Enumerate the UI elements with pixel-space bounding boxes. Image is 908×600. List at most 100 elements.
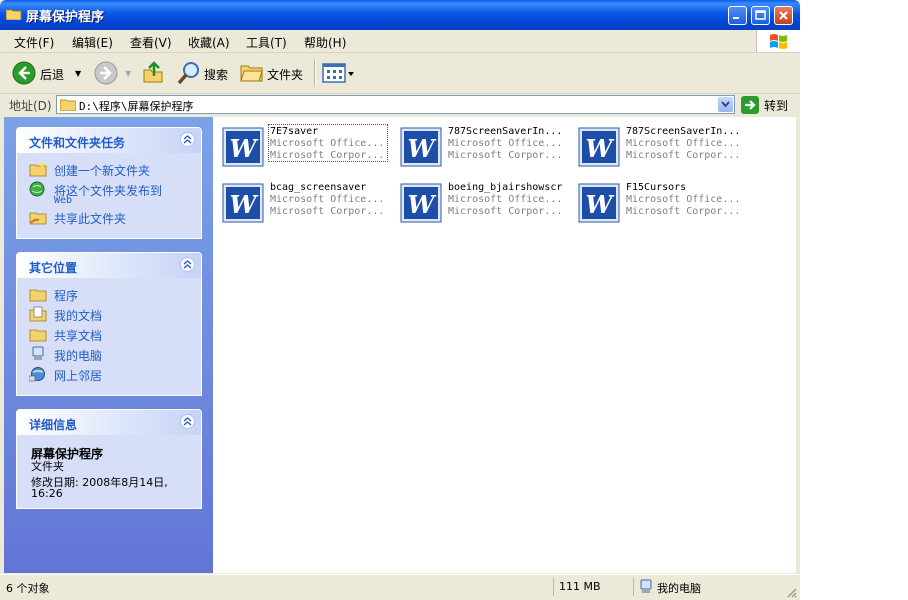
file-type: Microsoft Office... [270,194,385,205]
windows-logo [756,30,800,52]
folder-icon [29,289,47,302]
forward-arrow-icon[interactable] [94,61,118,85]
file-name[interactable]: 7E7saver [270,126,318,137]
toolbar-separator [314,59,316,87]
back-button-label[interactable]: 后退 [40,66,64,83]
task-link-sublabel[interactable]: Web [54,195,72,206]
close-button[interactable] [774,6,793,25]
up-folder-icon[interactable] [142,60,164,84]
address-label: 地址(D) [9,99,52,113]
folders-button-label[interactable]: 文件夹 [267,66,303,83]
file-company: Microsoft Corpor... [626,206,741,217]
panel-title[interactable]: 文件和文件夹任务 [29,134,125,151]
file-type: Microsoft Office... [270,138,385,149]
my-computer-icon [640,579,652,593]
file-folder-tasks-panel: 文件和文件夹任务 创建一个新文件夹 将这个文件夹发布到 Web 共享此文件夹 [16,127,202,239]
word-document-icon: W [400,127,442,167]
file-name[interactable]: 787ScreenSaverIn... [626,126,740,137]
collapse-button[interactable] [180,414,195,429]
panel-header[interactable]: 文件和文件夹任务 [17,128,201,153]
panel-header[interactable]: 详细信息 [17,410,201,435]
file-company: Microsoft Corpor... [270,206,385,217]
folders-icon[interactable] [240,62,264,82]
place-link-label[interactable]: 我的电脑 [54,347,102,364]
minimize-button[interactable] [728,6,747,25]
address-path[interactable]: D:\程序\屏幕保护程序 [79,98,194,114]
toolbar: 后退 ▼ ▼ 搜索 文件夹 [0,53,800,94]
file-type: Microsoft Office... [448,138,563,149]
file-type: Microsoft Office... [448,194,563,205]
chevron-down-icon [721,101,730,108]
word-document-icon: W [222,127,264,167]
menu-bar: 文件(F) 编辑(E) 查看(V) 收藏(A) 工具(T) 帮助(H) [0,30,800,53]
file-item[interactable]: W 787ScreenSaverIn... Microsoft Office..… [578,126,756,171]
file-item[interactable]: W bcag_screensaver Microsoft Office... M… [222,182,400,227]
menu-help[interactable]: 帮助(H) [304,34,346,51]
details-modified-time: 16:26 [31,487,63,500]
search-icon[interactable] [176,60,202,86]
resize-grip-icon[interactable] [785,586,797,598]
menu-file[interactable]: 文件(F) [14,34,54,51]
file-item[interactable]: W boeing_bjairshowscr Microsoft Office..… [400,182,578,227]
menu-edit[interactable]: 编辑(E) [72,34,113,51]
file-company: Microsoft Corpor... [626,150,741,161]
file-name[interactable]: boeing_bjairshowscr [448,182,562,193]
back-arrow-icon[interactable] [12,61,36,85]
file-name[interactable]: 787ScreenSaverIn... [448,126,562,137]
details-panel: 详细信息 屏幕保护程序 文件夹 修改日期: 2008年8月14日, 16:26 [16,409,202,509]
svg-text:W: W [230,190,259,219]
folder-icon [6,9,22,20]
share-folder-icon [29,212,47,225]
status-size: 111 MB [559,580,601,593]
my-documents-icon [29,306,47,322]
forward-dropdown-icon[interactable]: ▼ [125,69,131,78]
task-link-label[interactable]: 共享此文件夹 [54,210,126,227]
collapse-button[interactable] [180,257,195,272]
details-type: 文件夹 [31,460,64,473]
status-bar: 6 个对象 111 MB 我的电脑 [0,574,800,600]
close-icon [779,11,788,20]
panel-title[interactable]: 详细信息 [29,416,77,433]
file-item[interactable]: W 787ScreenSaverIn... Microsoft Office..… [400,126,578,171]
file-name[interactable]: bcag_screensaver [270,182,366,193]
status-object-count: 6 个对象 [6,582,50,595]
maximize-button[interactable] [751,6,770,25]
place-link-label[interactable]: 网上邻居 [54,367,102,384]
task-link-label[interactable]: 创建一个新文件夹 [54,162,150,179]
address-bar: 地址(D) D:\程序\屏幕保护程序 转到 [0,94,800,116]
title-bar[interactable]: 屏幕保护程序 [0,0,800,30]
place-link-label[interactable]: 共享文档 [54,327,102,344]
file-view[interactable]: W 7E7saver Microsoft Office... Microsoft… [213,117,796,573]
chevron-up-icon [183,260,192,269]
svg-text:W: W [586,134,615,163]
file-item[interactable]: W 7E7saver Microsoft Office... Microsoft… [222,124,400,171]
file-company: Microsoft Corpor... [448,150,563,161]
place-link-label[interactable]: 我的文档 [54,307,102,324]
menu-tools[interactable]: 工具(T) [246,34,287,51]
views-icon[interactable] [322,63,356,83]
collapse-button[interactable] [180,132,195,147]
svg-text:W: W [408,190,437,219]
chevron-up-icon [183,135,192,144]
svg-text:W: W [230,134,259,163]
task-pane: 文件和文件夹任务 创建一个新文件夹 将这个文件夹发布到 Web 共享此文件夹 其… [4,117,213,573]
chevron-up-icon [183,417,192,426]
go-button-label[interactable]: 转到 [764,97,788,114]
search-button-label[interactable]: 搜索 [204,66,228,83]
menu-view[interactable]: 查看(V) [130,34,172,51]
folder-icon [29,329,47,342]
address-input[interactable]: D:\程序\屏幕保护程序 [56,95,735,114]
my-computer-icon [32,346,44,360]
menu-favorites[interactable]: 收藏(A) [188,34,230,51]
panel-title[interactable]: 其它位置 [29,259,77,276]
file-item[interactable]: W F15Cursors Microsoft Office... Microso… [578,182,756,227]
file-name[interactable]: F15Cursors [626,182,686,193]
back-dropdown-icon[interactable]: ▼ [75,69,81,78]
place-link-label[interactable]: 程序 [54,287,78,304]
panel-header[interactable]: 其它位置 [17,253,201,278]
window-border [796,117,800,573]
minimize-icon [733,17,739,19]
address-dropdown-button[interactable] [718,97,733,112]
go-arrow-icon[interactable] [741,96,759,114]
word-document-icon: W [222,183,264,223]
